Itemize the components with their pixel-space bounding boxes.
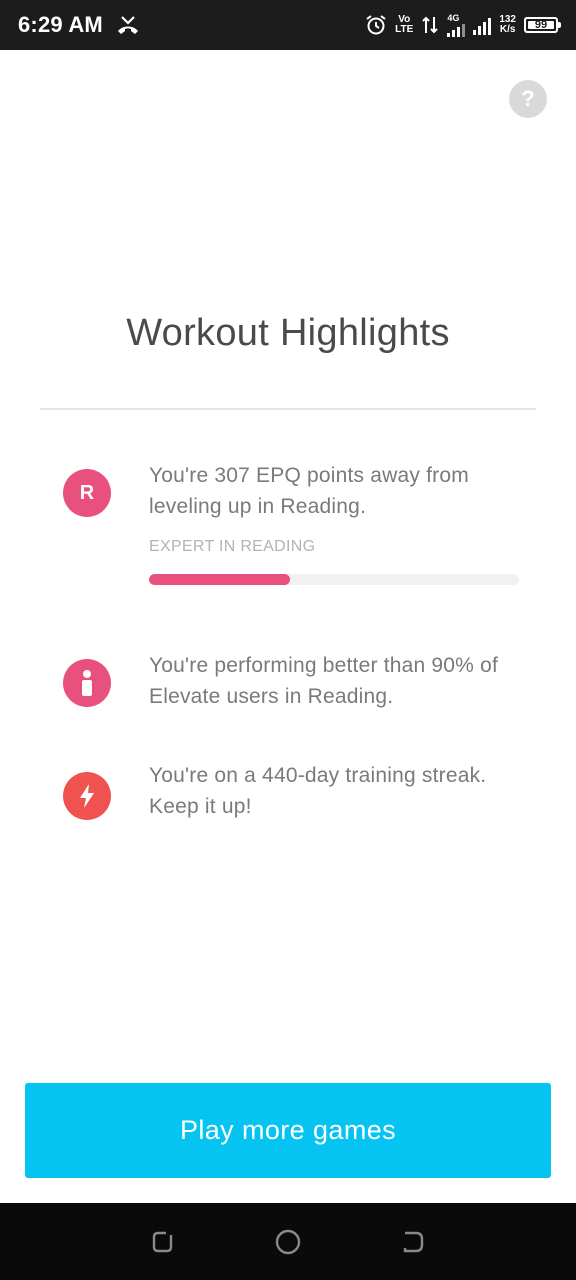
speed-unit: K/s [499, 24, 516, 35]
reading-badge: R [63, 469, 111, 517]
play-more-games-button[interactable]: Play more games [25, 1083, 551, 1178]
progress-label: EXPERT IN READING [149, 538, 316, 555]
help-button[interactable]: ? [509, 80, 547, 118]
signal-group: 4G [447, 12, 466, 37]
page-title: Workout Highlights [126, 312, 450, 354]
progress-bar [149, 574, 519, 585]
network-speed: 132 K/s [499, 15, 516, 35]
signal-icon-2 [473, 15, 492, 35]
back-button[interactable] [395, 1224, 431, 1260]
performance-badge [63, 659, 111, 707]
alarm-icon [366, 15, 386, 35]
divider [40, 408, 536, 410]
signal-icon [447, 23, 466, 37]
person-icon [82, 670, 92, 696]
status-icons: Vo LTE 4G 132 K/s 99 [365, 12, 561, 37]
help-icon: ? [521, 86, 535, 111]
recent-apps-icon [152, 1231, 172, 1252]
missed-call-icon [117, 16, 138, 34]
network-type: 4G [447, 12, 460, 23]
navigation-bar [0, 1203, 576, 1280]
status-time: 6:29 AM [18, 12, 103, 37]
data-arrows-icon [422, 16, 439, 34]
highlight-text: You're performing better than 90% of Ele… [149, 654, 498, 708]
reading-badge-letter: R [79, 481, 95, 504]
back-icon [404, 1231, 424, 1252]
volte-indicator: Vo LTE [395, 15, 413, 35]
volte-bottom: LTE [395, 24, 414, 35]
highlight-text: You're 307 EPQ points away from leveling… [149, 464, 469, 518]
highlight-text: You're on a 440-day training streak. Kee… [149, 764, 487, 818]
streak-badge [63, 772, 111, 820]
lightning-icon [80, 784, 94, 808]
home-icon [275, 1229, 301, 1254]
recent-apps-button[interactable] [145, 1224, 181, 1260]
battery-icon: 99 [524, 17, 561, 33]
progress-fill [149, 574, 290, 585]
home-button[interactable] [270, 1224, 306, 1260]
status-bar: 6:29 AM Vo LTE 4G 132 K/s 99 [0, 0, 576, 50]
battery-level: 99 [534, 19, 548, 31]
